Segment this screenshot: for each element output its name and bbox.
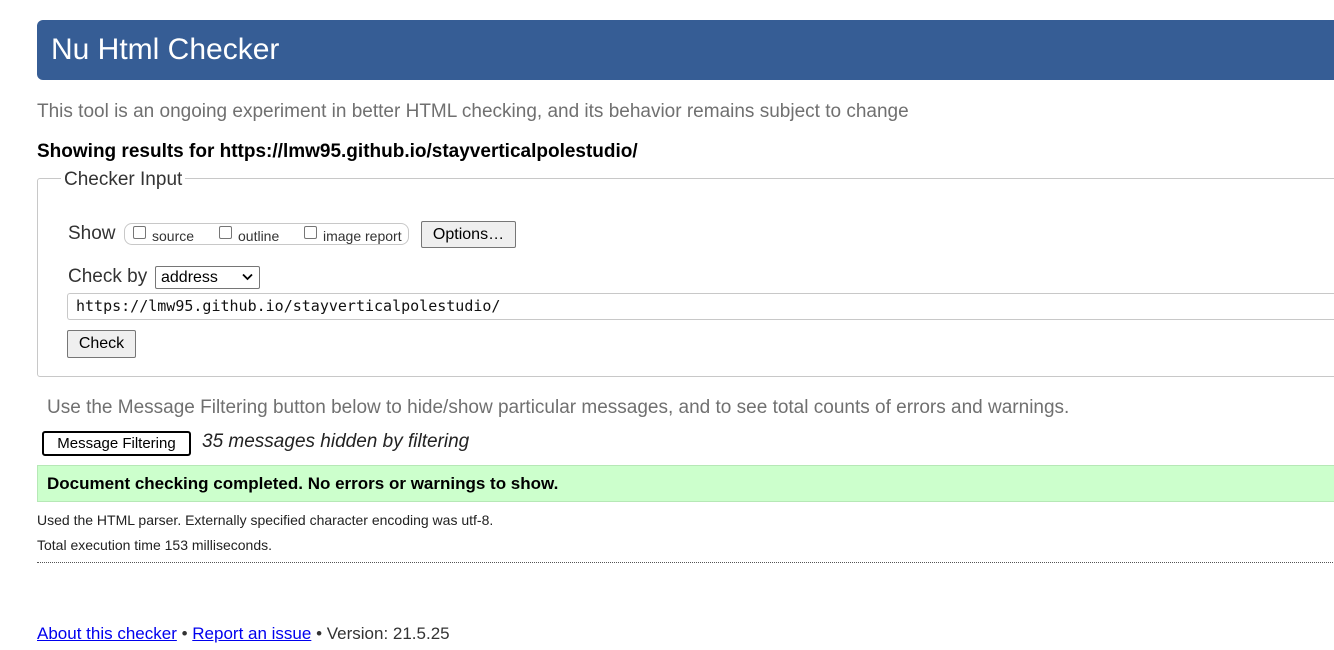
- results-for-heading: Showing results for https://lmw95.github…: [37, 141, 638, 162]
- url-input[interactable]: https://lmw95.github.io/stayverticalpole…: [67, 293, 1334, 320]
- header-banner: Nu Html Checker: [37, 20, 1334, 80]
- checker-page: Nu Html Checker This tool is an ongoing …: [0, 0, 1334, 650]
- footer-separator: •: [176, 624, 193, 643]
- hidden-messages-count: 35 messages hidden by filtering: [202, 431, 470, 452]
- source-checkbox-label[interactable]: source: [152, 228, 194, 244]
- chevron-down-icon: [242, 273, 253, 281]
- report-issue-link[interactable]: Report an issue: [192, 624, 311, 643]
- footer-separator: •: [311, 624, 327, 643]
- intro-subtitle: This tool is an ongoing experiment in be…: [37, 101, 909, 122]
- success-message: Document checking completed. No errors o…: [37, 465, 1334, 502]
- image-report-checkbox[interactable]: [304, 226, 317, 239]
- check-button[interactable]: Check: [67, 330, 136, 358]
- about-checker-link[interactable]: About this checker: [37, 624, 177, 643]
- outline-checkbox[interactable]: [219, 226, 232, 239]
- checker-input-fieldset: Checker Input Show source outline image …: [37, 169, 1334, 377]
- version-text: Version: 21.5.25: [326, 624, 450, 643]
- divider: [37, 562, 1334, 563]
- parser-note: Used the HTML parser. Externally specifi…: [37, 512, 494, 528]
- footer: About this checker • Report an issue • V…: [37, 624, 450, 644]
- options-button[interactable]: Options…: [421, 221, 516, 248]
- source-checkbox[interactable]: [133, 226, 146, 239]
- outline-checkbox-label[interactable]: outline: [238, 228, 279, 244]
- check-by-label: Check by: [68, 266, 148, 287]
- check-by-selected-value: address: [161, 269, 218, 286]
- filtering-note: Use the Message Filtering button below t…: [47, 397, 1070, 418]
- page-title: Nu Html Checker: [51, 33, 280, 66]
- check-by-select[interactable]: address: [155, 266, 260, 289]
- show-options-group: source outline image report: [124, 223, 409, 245]
- message-filtering-button[interactable]: Message Filtering: [42, 431, 191, 456]
- show-label: Show: [68, 223, 116, 244]
- checker-input-legend: Checker Input: [61, 169, 186, 191]
- image-report-checkbox-label[interactable]: image report: [323, 228, 402, 244]
- execution-time: Total execution time 153 milliseconds.: [37, 537, 273, 553]
